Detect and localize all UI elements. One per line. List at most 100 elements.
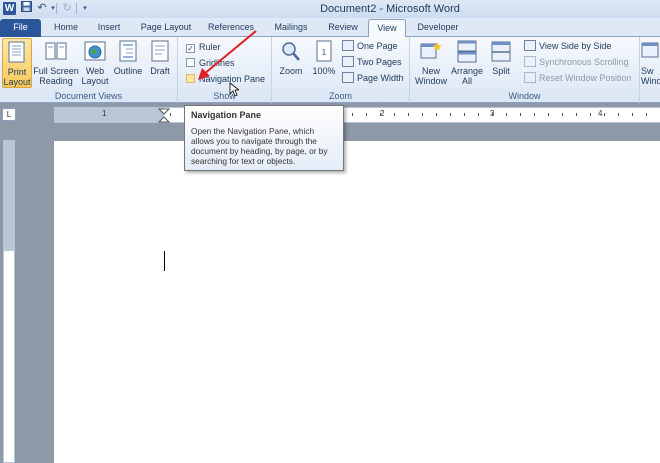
magnifier-icon bbox=[280, 40, 302, 64]
ribbon-tabs: File Home Insert Page Layout References … bbox=[0, 18, 660, 37]
ruler-tick bbox=[548, 113, 549, 116]
reset-window-position-button[interactable]: Reset Window Position bbox=[524, 71, 632, 86]
outline-button[interactable]: Outline bbox=[112, 38, 144, 76]
page-100-icon: 1 bbox=[313, 40, 335, 64]
tab-developer[interactable]: Developer bbox=[412, 19, 464, 37]
ruler-tick bbox=[408, 113, 409, 116]
draft-icon bbox=[149, 40, 171, 64]
print-layout-icon bbox=[6, 41, 28, 65]
ruler-tick bbox=[478, 113, 479, 116]
ruler-tick bbox=[646, 113, 647, 116]
synchronous-scrolling-label: Synchronous Scrolling bbox=[539, 57, 629, 67]
zoom-100-label: 100% bbox=[312, 66, 336, 76]
two-pages-button[interactable]: Two Pages bbox=[342, 55, 402, 70]
one-page-button[interactable]: One Page bbox=[342, 39, 398, 54]
switch-windows-label: Sw Windo bbox=[641, 66, 660, 86]
ruler-tick bbox=[632, 113, 633, 116]
one-page-icon bbox=[342, 40, 354, 51]
tab-mailings[interactable]: Mailings bbox=[266, 19, 316, 37]
ruler-tick bbox=[366, 113, 367, 116]
outline-icon bbox=[117, 40, 139, 64]
two-pages-label: Two Pages bbox=[357, 57, 402, 67]
document-page[interactable] bbox=[54, 141, 660, 463]
new-window-icon bbox=[420, 40, 442, 64]
web-layout-label: Web Layout bbox=[81, 66, 109, 86]
ruler-tick bbox=[380, 113, 381, 116]
horizontal-ruler[interactable]: 1 1 2 3 4 bbox=[54, 107, 660, 123]
tooltip-title: Navigation Pane bbox=[191, 110, 262, 120]
ruler-tick bbox=[492, 113, 493, 116]
full-screen-reading-icon bbox=[45, 40, 67, 64]
web-layout-button[interactable]: Web Layout bbox=[80, 38, 110, 86]
tab-page-layout[interactable]: Page Layout bbox=[136, 19, 196, 37]
group-label-document-views: Document Views bbox=[54, 91, 123, 101]
group-label-show: Show bbox=[213, 91, 236, 101]
full-screen-reading-button[interactable]: Full Screen Reading bbox=[33, 38, 79, 86]
ruler-number: 1 bbox=[102, 109, 107, 118]
new-window-label: New Window bbox=[414, 66, 447, 86]
text-cursor bbox=[164, 251, 165, 271]
ruler-tick bbox=[562, 113, 563, 116]
arrange-all-label: Arrange All bbox=[450, 66, 484, 86]
tab-insert[interactable]: Insert bbox=[88, 19, 130, 37]
group-window: New Window Arrange All Split View Side b… bbox=[410, 37, 640, 103]
reset-window-position-label: Reset Window Position bbox=[539, 73, 632, 83]
tab-selector-button[interactable]: L bbox=[2, 108, 16, 121]
side-by-side-icon bbox=[524, 40, 536, 51]
ruler-tick bbox=[170, 113, 171, 116]
zoom-label: Zoom bbox=[279, 66, 303, 76]
web-layout-icon bbox=[84, 40, 106, 64]
arrange-all-button[interactable]: Arrange All bbox=[450, 38, 484, 86]
ruler-tick bbox=[422, 113, 423, 116]
outline-label: Outline bbox=[113, 66, 143, 76]
split-button[interactable]: Split bbox=[486, 38, 516, 76]
window-title: Document2 - Microsoft Word bbox=[320, 3, 460, 15]
ruler-tick bbox=[590, 113, 591, 116]
arrange-all-icon bbox=[456, 40, 478, 64]
split-label: Split bbox=[492, 66, 510, 76]
mouse-pointer-icon bbox=[229, 82, 239, 97]
draft-button[interactable]: Draft bbox=[146, 38, 174, 76]
print-layout-button[interactable]: Print Layout bbox=[2, 38, 32, 88]
group-label-zoom: Zoom bbox=[328, 91, 352, 101]
zoom-button[interactable]: Zoom bbox=[276, 38, 306, 76]
ruler-tick bbox=[506, 113, 507, 116]
tab-file[interactable]: File bbox=[0, 19, 41, 37]
tab-view[interactable]: View bbox=[368, 19, 406, 37]
ruler-tick bbox=[436, 113, 437, 116]
group-zoom: Zoom 1 100% One Page Two Pages Page Widt… bbox=[272, 37, 410, 103]
indent-marker-icon[interactable] bbox=[158, 108, 170, 123]
view-side-by-side-label: View Side by Side bbox=[539, 41, 612, 51]
ruler-tick bbox=[576, 113, 577, 116]
ruler-tick bbox=[618, 113, 619, 116]
ruler-tick bbox=[534, 113, 535, 116]
navigation-pane-tooltip: Navigation Pane Open the Navigation Pane… bbox=[184, 105, 344, 171]
ruler-tick bbox=[520, 113, 521, 116]
ruler-tick bbox=[352, 113, 353, 116]
split-icon bbox=[490, 40, 512, 64]
tab-review[interactable]: Review bbox=[322, 19, 364, 37]
synchronous-scrolling-button[interactable]: Synchronous Scrolling bbox=[524, 55, 629, 70]
reset-window-position-icon bbox=[524, 72, 536, 83]
page-width-button[interactable]: Page Width bbox=[342, 71, 404, 86]
synchronous-scrolling-icon bbox=[524, 56, 536, 67]
ruler-number: 4 bbox=[598, 109, 603, 118]
view-side-by-side-button[interactable]: View Side by Side bbox=[524, 39, 611, 54]
ruler-tick bbox=[464, 113, 465, 116]
draft-label: Draft bbox=[150, 66, 170, 76]
ruler-tick bbox=[604, 113, 605, 116]
vertical-ruler[interactable] bbox=[3, 140, 15, 463]
tab-home[interactable]: Home bbox=[48, 19, 84, 37]
ruler-margin-left bbox=[54, 108, 164, 122]
page-width-label: Page Width bbox=[357, 73, 404, 83]
two-pages-icon bbox=[342, 56, 354, 67]
new-window-button[interactable]: New Window bbox=[414, 38, 448, 86]
switch-windows-icon bbox=[641, 40, 660, 64]
zoom-100-button[interactable]: 1 100% bbox=[310, 38, 338, 76]
title-bar: W ↶ ▾ ↻ ▾ Document2 - Microsoft Word bbox=[0, 0, 660, 18]
red-arrow-annotation bbox=[198, 30, 257, 80]
print-layout-label: Print Layout bbox=[3, 67, 31, 87]
one-page-label: One Page bbox=[357, 41, 398, 51]
switch-windows-button[interactable]: Sw Windo bbox=[641, 38, 660, 86]
ribbon: Print Layout Full Screen Reading Web Lay… bbox=[0, 37, 660, 103]
